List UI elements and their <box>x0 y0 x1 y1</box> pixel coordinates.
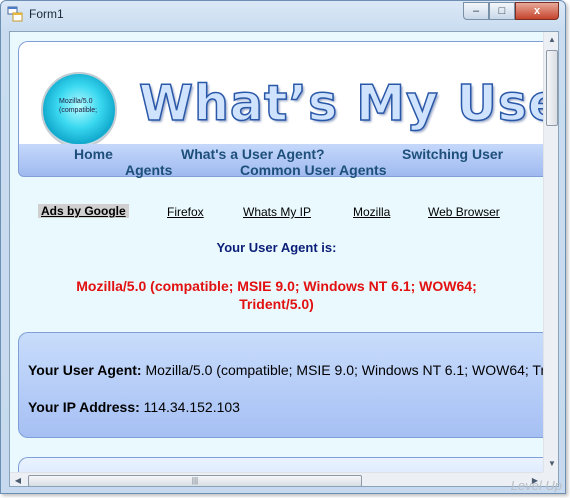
lower-panel <box>18 457 543 472</box>
scroll-left-icon[interactable]: ◀ <box>10 473 26 486</box>
maximize-button[interactable]: □ <box>489 2 515 20</box>
nav-common-user-agents[interactable]: Common User Agents <box>240 162 387 178</box>
vertical-scrollbar[interactable]: ▲ ▼ <box>543 32 558 472</box>
logo-text-line1: Mozilla/5.0 <box>59 98 93 105</box>
link-mozilla[interactable]: Mozilla <box>353 205 390 219</box>
window-title: Form1 <box>29 7 64 21</box>
nav-whats-a-user-agent[interactable]: What's a User Agent? <box>181 146 325 162</box>
info-ip-label: Your IP Address: <box>28 399 140 415</box>
nav-bar: Home What's a User Agent? Switching User… <box>18 144 543 178</box>
nav-home[interactable]: Home <box>74 146 113 162</box>
user-agent-heading: Your User Agent is: <box>216 240 337 255</box>
watermark: Level Up <box>510 478 562 493</box>
info-ip-value: 114.34.152.103 <box>143 399 240 415</box>
link-whats-my-ip[interactable]: Whats My IP <box>243 205 311 219</box>
link-firefox[interactable]: Firefox <box>167 205 204 219</box>
browser-control[interactable]: Mozilla/5.0 (compatible; What’s My User … <box>9 31 559 487</box>
info-user-agent-value: Mozilla/5.0 (compatible; MSIE 9.0; Windo… <box>145 362 543 378</box>
minimize-icon: – <box>472 5 480 17</box>
close-icon: x <box>533 5 541 17</box>
link-web-browser[interactable]: Web Browser <box>428 205 500 219</box>
scroll-up-icon[interactable]: ▲ <box>544 32 558 48</box>
close-button[interactable]: x <box>515 2 559 20</box>
form-icon <box>7 6 23 22</box>
logo-text-line2: (compatible; <box>59 107 98 114</box>
nav-switching-user[interactable]: Switching User <box>402 146 503 162</box>
horizontal-scrollbar[interactable]: ◀ ||| ▶ <box>10 472 543 486</box>
horizontal-scroll-thumb[interactable]: ||| <box>28 475 362 486</box>
maximize-icon: □ <box>498 5 506 17</box>
info-ip-row: Your IP Address: 114.34.152.103 <box>28 399 240 415</box>
vertical-scroll-thumb[interactable] <box>546 50 558 126</box>
logo-text: Mozilla/5.0 (compatible; <box>59 97 97 115</box>
title-bar[interactable]: Form1 – □ x <box>1 1 565 27</box>
info-user-agent-label: Your User Agent: <box>28 362 142 378</box>
web-page: Mozilla/5.0 (compatible; What’s My User … <box>10 32 543 472</box>
nav-agents[interactable]: Agents <box>125 162 172 178</box>
caption-buttons: – □ x <box>463 2 559 20</box>
minimize-button[interactable]: – <box>463 2 489 20</box>
info-panel: Your User Agent: Mozilla/5.0 (compatible… <box>18 332 543 438</box>
scroll-down-icon[interactable]: ▼ <box>544 456 558 472</box>
user-agent-value: Mozilla/5.0 (compatible; MSIE 9.0; Windo… <box>76 278 477 312</box>
site-title: What’s My User A <box>138 74 543 133</box>
site-banner: Mozilla/5.0 (compatible; What’s My User … <box>18 41 543 148</box>
app-window: Form1 – □ x Mozilla/5.0 (compatible; Wha… <box>0 0 566 494</box>
info-user-agent-row: Your User Agent: Mozilla/5.0 (compatible… <box>28 362 543 378</box>
ads-by-google-link[interactable]: Ads by Google <box>38 204 129 218</box>
